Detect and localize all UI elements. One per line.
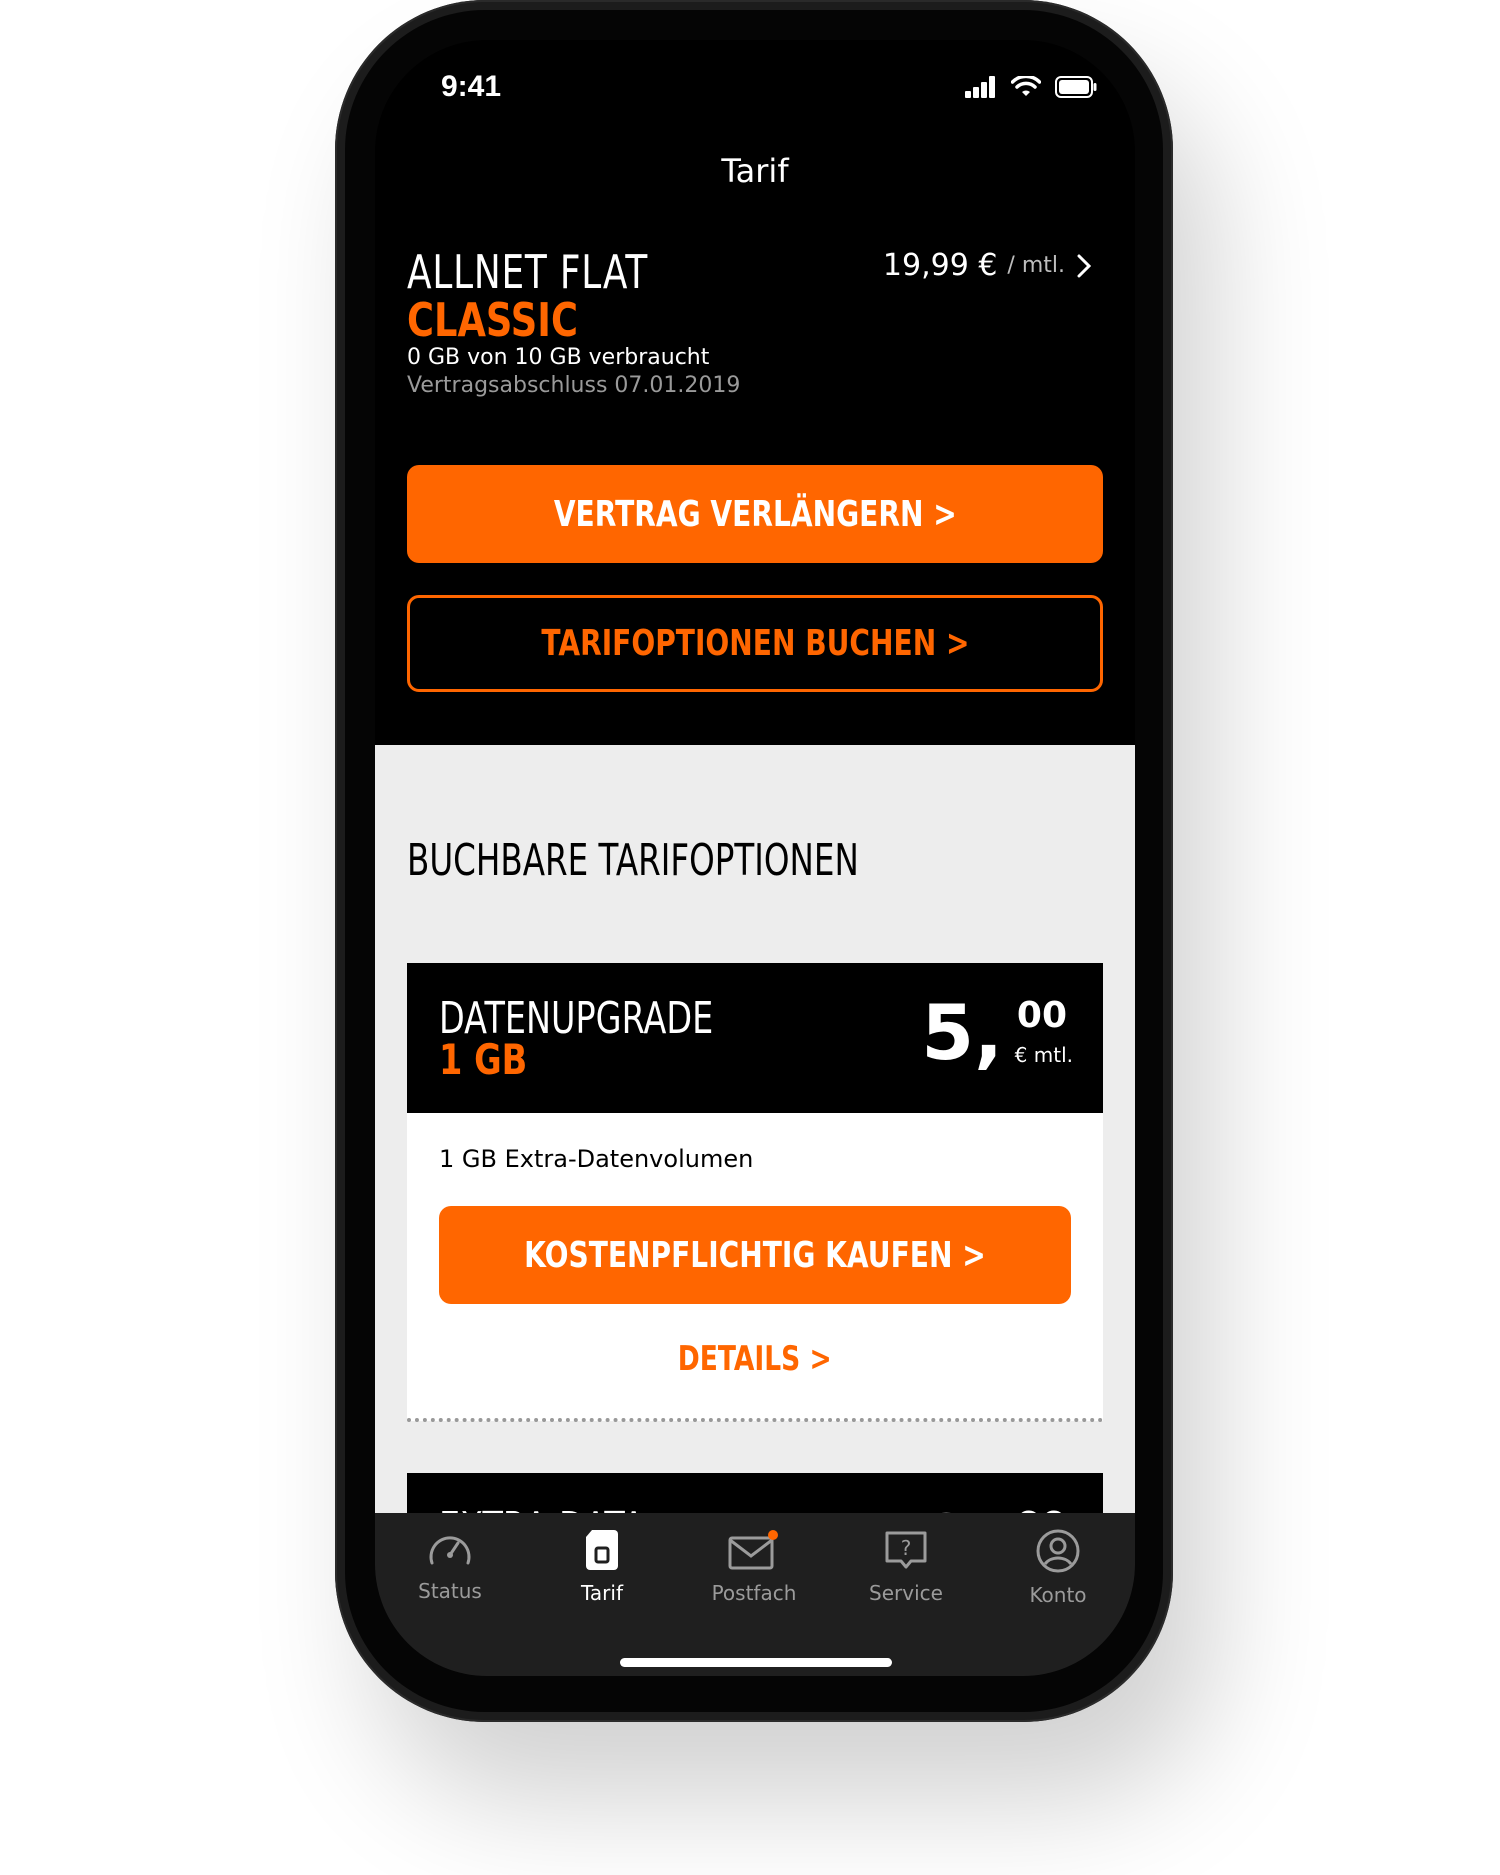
tab-service[interactable]: ? Service bbox=[841, 1529, 971, 1605]
data-usage: 0 GB von 10 GB verbraucht bbox=[407, 345, 710, 370]
notch bbox=[550, 40, 960, 102]
tab-status[interactable]: Status bbox=[385, 1529, 515, 1603]
extend-contract-label: VERTRAG VERLÄNGERN > bbox=[553, 493, 957, 535]
book-tariff-options-label: TARIFOPTIONEN BUCHEN > bbox=[540, 623, 970, 664]
option-sub: 1 GB bbox=[439, 1035, 528, 1084]
status-time: 9:41 bbox=[441, 70, 502, 103]
extend-contract-button[interactable]: VERTRAG VERLÄNGERN > bbox=[407, 465, 1103, 563]
plan-price-link[interactable]: 19,99 € / mtl. bbox=[883, 248, 1093, 283]
wifi-icon bbox=[1011, 76, 1041, 96]
account-icon bbox=[1036, 1529, 1080, 1573]
plan-name: ALLNET FLAT bbox=[407, 245, 649, 299]
option-price-dec: 00 bbox=[1016, 995, 1067, 1036]
svg-text:?: ? bbox=[901, 1536, 912, 1560]
mail-icon bbox=[728, 1530, 778, 1570]
option-card: DATENUPGRADE 1 GB 5, 00 € mtl. 1 GB Extr… bbox=[407, 963, 1103, 1422]
app-screen: 9:41 Tarif ALLNET FLAT CLASSIC 19,99 € /… bbox=[375, 40, 1135, 1676]
tab-label: Service bbox=[869, 1581, 943, 1605]
plan-price: 19,99 € bbox=[882, 248, 998, 283]
tab-postfach[interactable]: Postfach bbox=[689, 1529, 819, 1605]
options-section: BUCHBARE TARIFOPTIONEN DATENUPGRADE 1 GB… bbox=[375, 745, 1135, 1623]
buy-option-button[interactable]: KOSTENPFLICHTIG KAUFEN > bbox=[439, 1206, 1071, 1304]
chevron-right-icon bbox=[1077, 254, 1092, 277]
page-title: Tarif bbox=[721, 152, 789, 190]
plan-price-period: / mtl. bbox=[1007, 253, 1065, 278]
option-card-header: DATENUPGRADE 1 GB 5, 00 € mtl. bbox=[407, 963, 1103, 1113]
tab-label: Tarif bbox=[581, 1581, 623, 1605]
book-tariff-options-button[interactable]: TARIFOPTIONEN BUCHEN > bbox=[407, 595, 1103, 692]
option-price-int: 5, bbox=[921, 988, 1003, 1077]
tab-label: Postfach bbox=[711, 1581, 797, 1605]
option-description: 1 GB Extra-Datenvolumen bbox=[439, 1145, 754, 1173]
tab-bar: Status Tarif Postfach ? Service Konto bbox=[375, 1513, 1135, 1676]
speedometer-icon bbox=[429, 1536, 471, 1565]
help-icon: ? bbox=[885, 1531, 927, 1569]
details-label: DETAILS > bbox=[677, 1339, 832, 1379]
buy-option-label: KOSTENPFLICHTIG KAUFEN > bbox=[524, 1234, 986, 1276]
home-indicator[interactable] bbox=[620, 1658, 892, 1667]
plan-variant: CLASSIC bbox=[407, 293, 578, 347]
sim-card-icon bbox=[586, 1530, 618, 1570]
option-card: EXTRA-DATA 2, 99 bbox=[407, 1473, 1103, 1623]
divider bbox=[407, 1418, 1103, 1422]
tab-tarif[interactable]: Tarif bbox=[537, 1529, 667, 1605]
battery-icon bbox=[1055, 76, 1097, 98]
tab-label: Konto bbox=[1029, 1583, 1087, 1607]
details-link[interactable]: DETAILS > bbox=[407, 1339, 1103, 1379]
tab-label: Status bbox=[418, 1579, 482, 1603]
tab-konto[interactable]: Konto bbox=[993, 1529, 1123, 1607]
section-title: BUCHBARE TARIFOPTIONEN bbox=[407, 835, 859, 886]
contract-date: Vertragsabschluss 07.01.2019 bbox=[407, 373, 741, 398]
option-price-period: € mtl. bbox=[1014, 1043, 1073, 1067]
cellular-signal-icon bbox=[965, 76, 995, 98]
